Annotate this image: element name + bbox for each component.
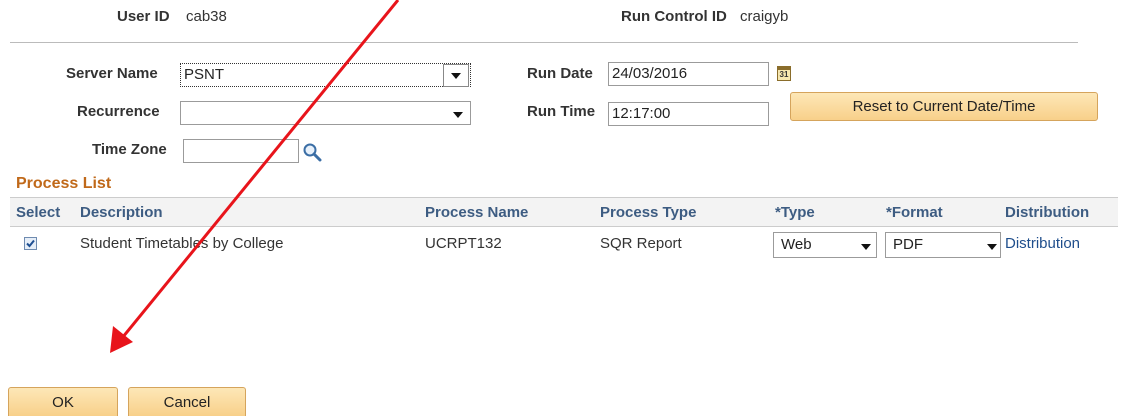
cell-description: Student Timetables by College xyxy=(80,235,284,252)
server-name-label: Server Name xyxy=(66,65,158,82)
calendar-icon-text: 31 xyxy=(779,70,789,79)
server-name-value: PSNT xyxy=(184,66,225,83)
server-name-select[interactable]: PSNT xyxy=(180,63,471,87)
run-time-label: Run Time xyxy=(527,103,596,120)
cell-process-name: UCRPT132 xyxy=(425,235,502,252)
run-time-input[interactable]: 12:17:00 xyxy=(608,102,769,126)
distribution-link[interactable]: Distribution xyxy=(1005,235,1080,252)
header-divider xyxy=(10,42,1078,43)
server-name-dropdown-button[interactable] xyxy=(443,64,469,87)
cell-process-type: SQR Report xyxy=(600,235,682,252)
process-list-title: Process List xyxy=(16,175,112,192)
ok-button[interactable]: OK xyxy=(8,387,118,416)
run-control-id-label: Run Control ID xyxy=(621,8,727,25)
process-list-header-bg xyxy=(10,197,1118,227)
magnifier-icon[interactable] xyxy=(302,142,322,162)
column-header-format: *Format xyxy=(886,204,943,221)
cancel-button[interactable]: Cancel xyxy=(128,387,246,416)
format-select[interactable]: PDF xyxy=(885,232,1001,258)
user-id-label: User ID xyxy=(117,8,170,25)
column-header-distribution: Distribution xyxy=(1005,204,1090,221)
column-header-process-name: Process Name xyxy=(425,204,529,221)
type-select-value: Web xyxy=(781,236,812,253)
column-header-description: Description xyxy=(80,204,163,221)
dropdown-arrow-icon xyxy=(987,244,997,250)
dropdown-arrow-icon xyxy=(453,112,463,118)
run-time-value: 12:17:00 xyxy=(612,105,671,122)
type-select[interactable]: Web xyxy=(773,232,877,258)
calendar-icon[interactable]: 31 xyxy=(777,66,791,81)
run-date-label: Run Date xyxy=(527,65,593,82)
run-date-value: 24/03/2016 xyxy=(612,65,688,82)
run-control-id-value: craigyb xyxy=(740,8,789,25)
user-id-value: cab38 xyxy=(186,8,227,25)
recurrence-select[interactable] xyxy=(180,101,471,125)
time-zone-input[interactable] xyxy=(183,139,299,163)
column-header-process-type: Process Type xyxy=(600,204,697,221)
dropdown-arrow-icon xyxy=(451,73,461,79)
column-header-select: Select xyxy=(16,204,61,221)
reset-to-current-datetime-button[interactable]: Reset to Current Date/Time xyxy=(790,92,1098,121)
time-zone-label: Time Zone xyxy=(92,141,167,158)
select-checkbox[interactable] xyxy=(24,237,37,250)
recurrence-label: Recurrence xyxy=(77,103,160,120)
format-select-value: PDF xyxy=(893,236,923,253)
column-header-type: *Type xyxy=(775,204,815,221)
checkbox-checked-icon xyxy=(26,239,35,248)
dropdown-arrow-icon xyxy=(861,244,871,250)
run-date-input[interactable]: 24/03/2016 xyxy=(608,62,769,86)
